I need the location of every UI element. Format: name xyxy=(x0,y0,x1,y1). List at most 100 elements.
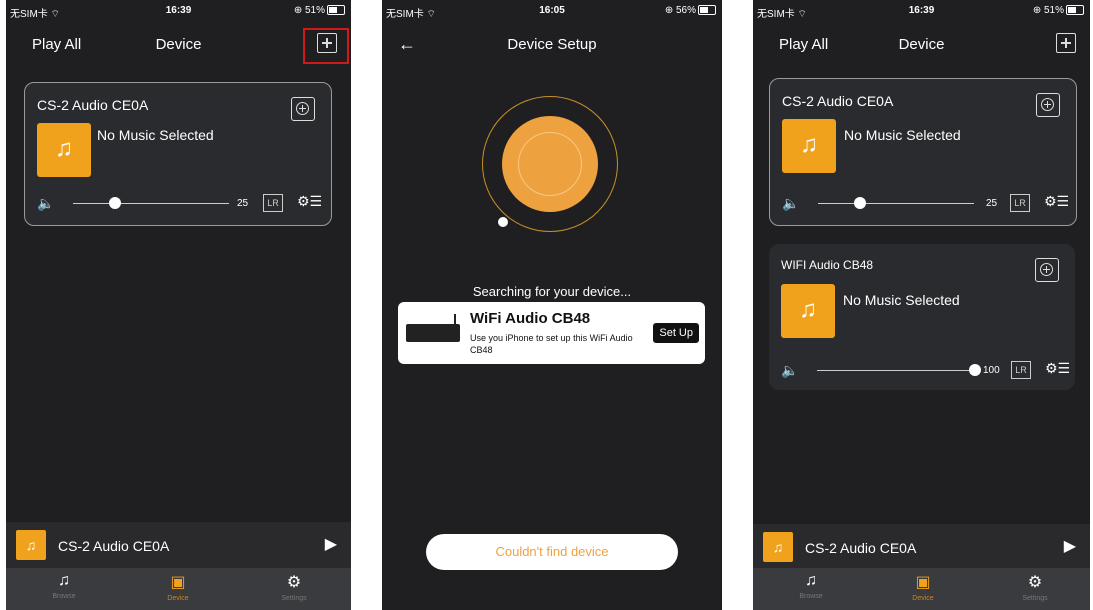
settings-icon: ⚙ xyxy=(1027,574,1043,591)
now-playing-title: CS-2 Audio CE0A xyxy=(58,538,170,554)
speaker-icon[interactable]: 🔈 xyxy=(781,362,798,379)
group-add-icon[interactable] xyxy=(291,97,315,121)
track-title: No Music Selected xyxy=(843,292,960,308)
album-art: ♫ xyxy=(781,284,835,338)
equalizer-icon[interactable]: ⚙☰ xyxy=(297,193,322,210)
nav-bar: Play All Device xyxy=(6,24,351,64)
tab-label: Browse xyxy=(799,593,823,600)
group-add-icon[interactable] xyxy=(1036,93,1060,117)
search-inner-ring xyxy=(518,132,582,196)
now-playing-title: CS-2 Audio CE0A xyxy=(805,540,917,556)
track-title: No Music Selected xyxy=(97,127,214,143)
clock: 16:05 xyxy=(539,5,565,16)
tab-label: Settings xyxy=(281,595,307,602)
tab-device[interactable]: ▣ Device xyxy=(893,572,953,602)
equalizer-icon[interactable]: ⚙☰ xyxy=(1044,193,1069,210)
back-arrow-icon[interactable]: ← xyxy=(398,34,416,55)
volume-value: 100 xyxy=(983,365,1000,376)
battery-icon xyxy=(1066,5,1084,16)
add-device-icon[interactable] xyxy=(1056,33,1076,53)
status-bar: 无SIM卡 ⌔ 16:39 ⊕ 51% xyxy=(6,0,351,22)
carrier-text: 无SIM卡 ⌔ xyxy=(757,9,807,20)
carrier-text: 无SIM卡 ⌔ xyxy=(386,9,436,20)
speaker-icon[interactable]: 🔈 xyxy=(37,195,54,212)
now-playing-bar[interactable]: ♫ CS-2 Audio CE0A ▶ xyxy=(6,522,351,568)
found-device-card[interactable]: WiFi Audio CB48 Use you iPhone to set up… xyxy=(398,302,705,364)
device-screen: 无SIM卡 ⌔ 16:39 ⊕ 51% Play All Device CS-2… xyxy=(753,0,1090,610)
volume-value: 25 xyxy=(237,198,249,209)
not-found-button[interactable]: Couldn't find device xyxy=(426,534,678,570)
nav-bar: Play All Device xyxy=(753,24,1090,64)
play-all-button[interactable]: Play All xyxy=(32,36,81,53)
battery-text: ⊕ 51% xyxy=(1032,5,1064,16)
music-icon: ♫ xyxy=(805,572,817,589)
battery-icon xyxy=(698,5,716,16)
device-name: WIFI Audio CB48 xyxy=(781,258,874,272)
device-name: CS-2 Audio CE0A xyxy=(782,93,894,109)
highlight-box xyxy=(303,28,349,64)
device-card[interactable]: CS-2 Audio CE0A ♫ No Music Selected 🔈 25… xyxy=(24,82,332,226)
tab-settings[interactable]: ⚙ Settings xyxy=(1005,572,1065,602)
found-device-name: WiFi Audio CB48 xyxy=(470,310,591,327)
channel-lr-button[interactable]: LR xyxy=(1010,194,1030,212)
device-card[interactable]: CS-2 Audio CE0A ♫ No Music Selected 🔈 25… xyxy=(769,78,1077,226)
volume-slider[interactable] xyxy=(73,203,229,204)
device-setup-screen: 无SIM卡 ⌔ 16:05 ⊕ 56% ← Device Setup Searc… xyxy=(382,0,722,610)
speaker-icon[interactable]: 🔈 xyxy=(782,195,799,212)
tab-label: Settings xyxy=(1022,595,1048,602)
music-note-icon: ♫ xyxy=(799,296,817,323)
group-add-icon[interactable] xyxy=(1035,258,1059,282)
searching-text: Searching for your device... xyxy=(472,284,632,299)
page-title: Device xyxy=(898,36,945,53)
track-title: No Music Selected xyxy=(844,127,961,143)
tab-settings[interactable]: ⚙ Settings xyxy=(264,572,324,602)
speaker-box-icon: ▣ xyxy=(915,574,931,591)
battery-icon xyxy=(327,5,345,16)
battery-text: ⊕ 51% xyxy=(293,5,325,16)
volume-knob[interactable] xyxy=(109,197,121,209)
album-art: ♫ xyxy=(782,119,836,173)
tab-device[interactable]: ▣ Device xyxy=(148,572,208,602)
tab-bar: ♫ Browse ▣ Device ⚙ Settings xyxy=(753,568,1090,610)
album-art: ♫ xyxy=(37,123,91,177)
now-playing-art: ♫ xyxy=(16,530,46,560)
music-note-icon: ♫ xyxy=(55,135,73,162)
device-name: CS-2 Audio CE0A xyxy=(37,97,149,113)
volume-slider[interactable] xyxy=(817,370,973,371)
tab-label: Device xyxy=(912,595,934,602)
channel-lr-button[interactable]: LR xyxy=(1011,361,1031,379)
tab-bar: ♫ Browse ▣ Device ⚙ Settings xyxy=(6,568,351,610)
speaker-box-icon: ▣ xyxy=(170,574,186,591)
nav-bar: ← Device Setup xyxy=(382,24,722,64)
set-up-button[interactable]: Set Up xyxy=(653,323,699,343)
page-title: Device Setup xyxy=(507,36,597,53)
device-image xyxy=(406,314,460,342)
equalizer-icon[interactable]: ⚙☰ xyxy=(1045,360,1070,377)
music-icon: ♫ xyxy=(58,572,70,589)
battery-indicator: ⊕ 56% xyxy=(665,5,716,16)
battery-text: ⊕ 56% xyxy=(664,5,696,16)
now-playing-art: ♫ xyxy=(763,532,793,562)
play-icon[interactable]: ▶ xyxy=(325,534,337,554)
device-screen: 无SIM卡 ⌔ 16:39 ⊕ 51% Play All Device CS-2… xyxy=(6,0,351,610)
found-device-desc: Use you iPhone to set up this WiFi Audio… xyxy=(470,333,633,355)
clock: 16:39 xyxy=(908,5,935,16)
search-dot xyxy=(498,217,508,227)
now-playing-bar[interactable]: ♫ CS-2 Audio CE0A ▶ xyxy=(753,524,1090,570)
tab-browse[interactable]: ♫ Browse xyxy=(34,572,94,600)
tab-label: Device xyxy=(167,595,189,602)
tab-browse[interactable]: ♫ Browse xyxy=(781,572,841,600)
tab-label: Browse xyxy=(52,593,76,600)
play-all-button[interactable]: Play All xyxy=(779,36,828,53)
clock: 16:39 xyxy=(165,5,192,16)
volume-knob[interactable] xyxy=(969,364,981,376)
device-card[interactable]: WIFI Audio CB48 ♫ No Music Selected 🔈 10… xyxy=(769,244,1075,390)
channel-lr-button[interactable]: LR xyxy=(263,194,283,212)
carrier-text: 无SIM卡 ⌔ xyxy=(10,9,60,20)
volume-knob[interactable] xyxy=(854,197,866,209)
settings-icon: ⚙ xyxy=(286,574,302,591)
volume-value: 25 xyxy=(986,198,998,209)
play-icon[interactable]: ▶ xyxy=(1064,536,1076,556)
volume-slider[interactable] xyxy=(818,203,974,204)
status-bar: 无SIM卡 ⌔ 16:39 ⊕ 51% xyxy=(753,0,1090,22)
